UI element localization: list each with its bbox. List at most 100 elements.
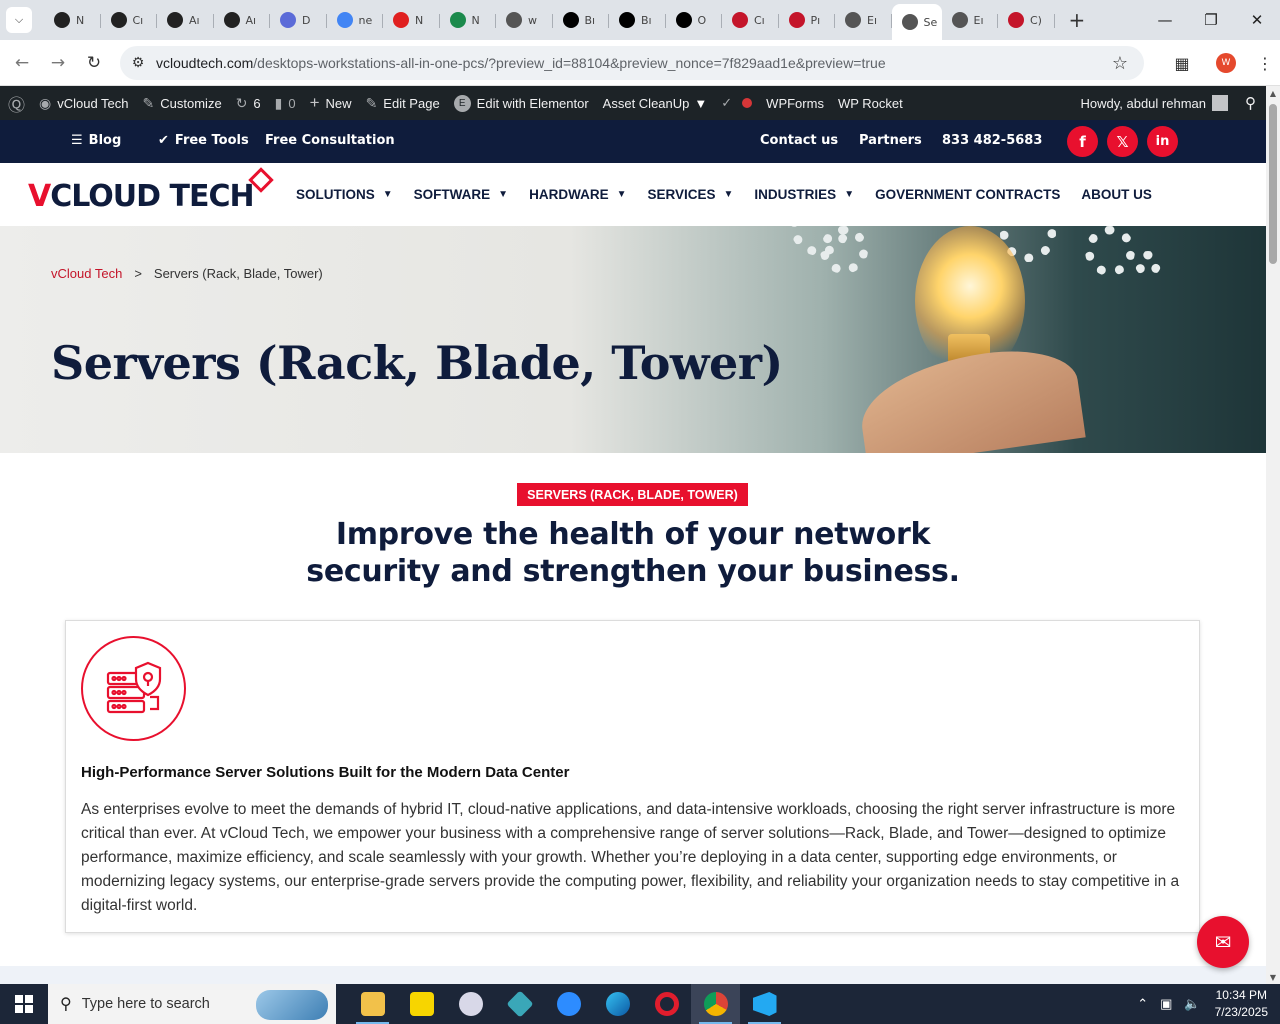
start-button[interactable] [0,984,48,1024]
app-mouse-icon[interactable] [446,984,495,1024]
tab-search-menu-button[interactable]: ⌵ [6,7,32,33]
tab-favicon-icon [562,12,579,28]
tab-favicon-icon [845,12,861,28]
back-button[interactable]: ← [4,53,40,73]
next-section-strip [0,966,1266,984]
browser-tab[interactable]: N [44,4,101,36]
card-title: High-Performance Server Solutions Built … [81,764,570,781]
minimize-button[interactable]: — [1142,0,1188,40]
nav-item-solutions[interactable]: SOLUTIONS ▼ [296,187,393,202]
browser-tab[interactable]: Cı [722,4,779,36]
chevron-up-icon[interactable]: ⌃ [1137,996,1148,1012]
browser-tab[interactable]: Pı [779,4,836,36]
nav-item-about-us[interactable]: ABOUT US [1081,187,1152,202]
wp-wpforms-link[interactable]: WPForms [759,86,831,120]
page-scrollbar[interactable]: ▲ ▼ [1266,86,1280,984]
wp-asset-cleanup-link[interactable]: Asset CleanUp ▼ [596,86,715,120]
volume-icon[interactable]: 🔈 [1184,996,1200,1012]
profile-avatar[interactable]: W [1216,53,1236,73]
tab-label: D [302,13,311,27]
wp-search-icon[interactable]: ⚲ [1235,86,1266,120]
x-twitter-icon[interactable]: 𝕏 [1107,126,1138,157]
contact-us-link[interactable]: Contact us [760,133,838,148]
filter-icon: ▼ [694,95,708,111]
partners-link[interactable]: Partners [859,133,922,148]
extensions-puzzle-icon[interactable]: ▦ [1162,54,1202,73]
chat-bubble-icon[interactable]: ✉ [1197,916,1249,968]
browser-tab[interactable]: Aı [214,4,271,36]
phone-link[interactable]: 833 482-5683 [942,133,1042,148]
opera-icon[interactable] [642,984,691,1024]
browser-tab[interactable]: Bı [609,4,666,36]
file-explorer-icon[interactable] [348,984,397,1024]
network-icon[interactable]: ▣ [1160,996,1172,1012]
wp-site-link[interactable]: ◉ vCloud Tech [32,86,136,120]
scroll-up-arrow-icon[interactable]: ▲ [1266,89,1280,98]
free-tools-link[interactable]: ✔ Free Tools [158,133,249,148]
wp-comments-link[interactable]: ▮ 0 [268,86,303,120]
wp-yoast-link[interactable]: ✓ [714,86,759,120]
menu-lines-icon: ☰ [71,133,83,148]
address-bar[interactable]: ⚙ vcloudtech.com/desktops-workstations-a… [120,46,1144,80]
linkedin-icon[interactable]: in [1147,126,1178,157]
scrollbar-thumb[interactable] [1269,104,1277,264]
nav-item-software[interactable]: SOFTWARE ▼ [414,187,508,202]
bookmark-star-icon[interactable]: ☆ [1112,53,1128,74]
breadcrumb-home-link[interactable]: vCloud Tech [51,266,122,281]
browser-tab[interactable]: D [270,4,327,36]
browser-tab[interactable]: Eı [942,4,999,36]
nav-menu: SOLUTIONS ▼ SOFTWARE ▼ HARDWARE ▼ SERVICES ▼… [296,163,1173,226]
url-text[interactable]: vcloudtech.com/desktops-workstations-all… [156,55,886,71]
sticky-notes-icon[interactable] [397,984,446,1024]
browser-tab[interactable]: O [666,4,723,36]
browser-tab[interactable]: Eı [835,4,892,36]
wp-customize-link[interactable]: ✎ Customize [136,86,229,120]
app-cube-icon[interactable] [495,984,544,1024]
browser-tab[interactable]: Aı [157,4,214,36]
facebook-icon[interactable]: f [1067,126,1098,157]
new-tab-button[interactable]: + [1069,8,1086,32]
tab-label: Cı [132,13,144,27]
nav-item-hardware[interactable]: HARDWARE ▼ [529,187,626,202]
close-window-button[interactable]: ✕ [1234,0,1280,40]
browser-tab[interactable]: C) [998,4,1055,36]
tab-favicon-icon [788,12,805,28]
wp-elementor-link[interactable]: E Edit with Elementor [447,86,596,120]
site-logo[interactable]: VCLOUD TECH [28,179,255,214]
nav-item-industries[interactable]: INDUSTRIES ▼ [754,187,854,202]
updates-icon: ↻ [235,94,248,111]
feature-card: High-Performance Server Solutions Built … [65,620,1200,933]
taskbar-clock[interactable]: 10:34 PM 7/23/2025 [1215,987,1268,1021]
tab-label: Pı [810,13,821,27]
browser-tab[interactable]: w [496,4,553,36]
forward-button[interactable]: → [40,53,76,73]
restore-button[interactable]: ❐ [1188,0,1234,40]
site-info-icon[interactable]: ⚙ [120,55,156,71]
nav-item-government-contracts[interactable]: GOVERNMENT CONTRACTS [875,187,1060,202]
browser-menu-icon[interactable]: ⋮ [1250,54,1280,73]
scroll-down-arrow-icon[interactable]: ▼ [1266,973,1280,982]
wp-edit-page-link[interactable]: ✎ Edit Page [359,86,447,120]
taskbar-search-box[interactable]: ⚲ Type here to search [48,984,336,1024]
browser-tab[interactable]: N [383,4,440,36]
browser-tab[interactable]: Se✕ [891,4,942,40]
edge-icon[interactable] [593,984,642,1024]
vscode-icon[interactable] [740,984,789,1024]
nav-item-services[interactable]: SERVICES ▼ [647,187,733,202]
wp-rocket-link[interactable]: WP Rocket [831,86,910,120]
tab-label: ne [358,13,373,27]
blog-link[interactable]: ☰ Blog [71,133,121,148]
browser-tab[interactable]: ne [327,4,384,36]
zoom-icon[interactable] [544,984,593,1024]
browser-tab[interactable]: Bı [553,4,610,36]
wp-account-link[interactable]: Howdy, abdul rehman [1074,86,1236,120]
reload-button[interactable]: ↻ [76,53,112,73]
browser-tab[interactable]: Cı [101,4,158,36]
chrome-icon[interactable] [691,984,740,1024]
free-consultation-link[interactable]: Free Consultation [265,133,395,148]
wp-updates-link[interactable]: ↻ 6 [229,86,268,120]
wp-logo-icon[interactable]: Ⓠ [0,86,32,120]
wp-new-link[interactable]: + New [303,86,359,120]
browser-tab[interactable]: N [440,4,497,36]
system-tray: ⌃ ▣ 🔈 10:34 PM 7/23/2025 [1131,984,1280,1024]
